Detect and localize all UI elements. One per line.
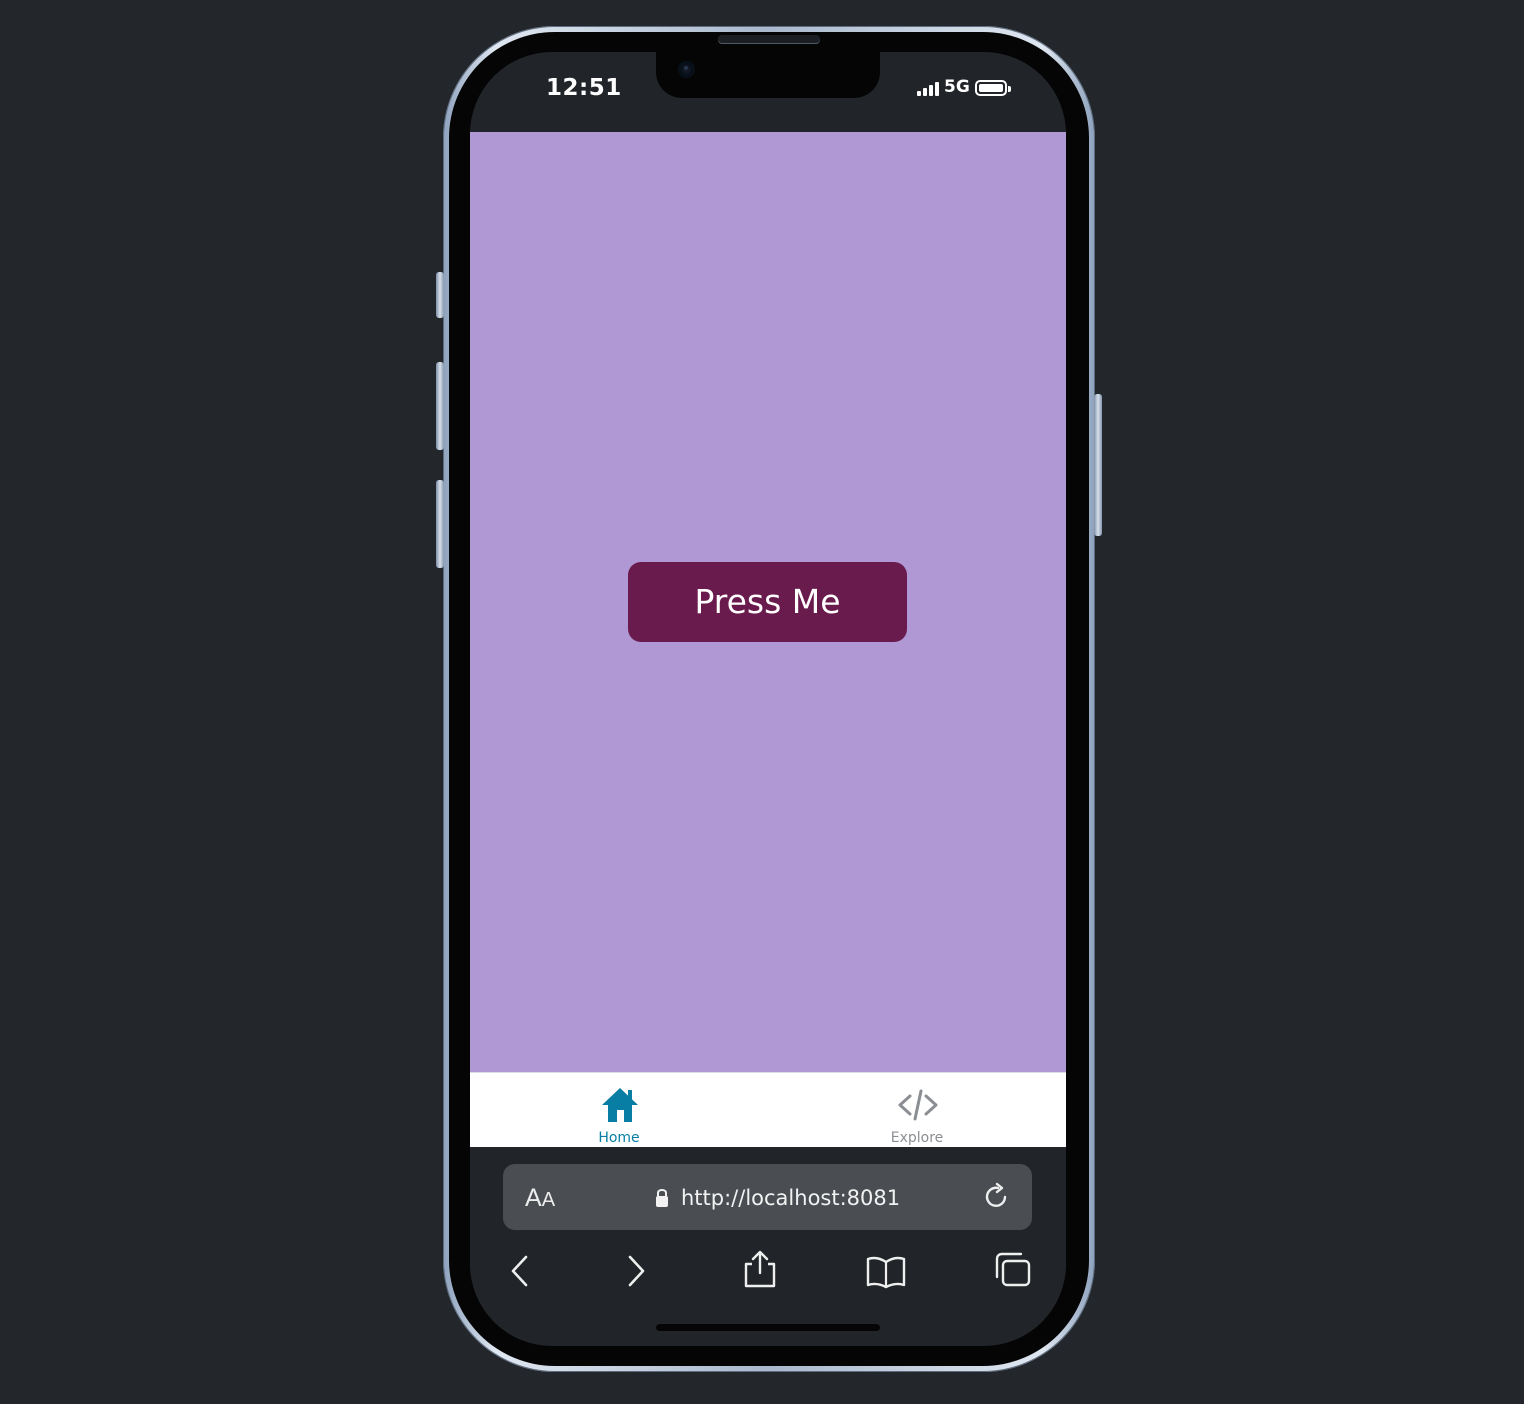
reload-icon[interactable] (980, 1181, 1012, 1213)
home-indicator (656, 1324, 880, 1331)
network-label: 5G (944, 77, 970, 97)
status-time: 12:51 (546, 75, 622, 101)
back-icon[interactable] (498, 1249, 542, 1293)
forward-icon[interactable] (614, 1249, 658, 1293)
bookmarks-icon[interactable] (864, 1249, 908, 1293)
share-icon[interactable] (738, 1249, 782, 1293)
home-icon (602, 1088, 638, 1122)
bottom-tab-bar: Home Explore (470, 1072, 1066, 1147)
code-icon (898, 1089, 938, 1121)
volume-down-button (436, 480, 444, 568)
tab-home-label: Home (598, 1130, 640, 1146)
power-button (1094, 394, 1102, 536)
tab-explore[interactable]: Explore (768, 1073, 1066, 1147)
battery-icon (975, 80, 1011, 96)
earpiece-speaker (718, 35, 820, 43)
lock-icon (656, 1189, 668, 1207)
cellular-signal-icon (917, 82, 939, 96)
press-me-button[interactable]: Press Me (628, 562, 907, 642)
silent-switch (436, 272, 444, 318)
front-camera-icon (678, 61, 695, 78)
reader-options-label: AA (525, 1184, 556, 1212)
tabs-icon[interactable] (991, 1249, 1035, 1293)
reader-options-button[interactable]: AA (525, 1181, 571, 1215)
volume-up-button (436, 362, 444, 450)
url-text[interactable]: http://localhost:8081 (681, 1183, 931, 1213)
tab-explore-label: Explore (890, 1130, 944, 1146)
tab-home[interactable]: Home (470, 1073, 768, 1147)
